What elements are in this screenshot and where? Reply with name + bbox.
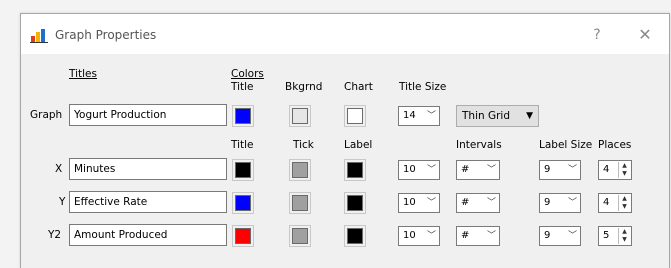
y2-label-color-swatch (347, 228, 363, 244)
x-intervals-value: # (461, 164, 470, 175)
title-color-header: Title (231, 81, 254, 93)
axis-title-color-header: Title (231, 139, 254, 151)
caret-down-icon: ▼ (526, 111, 533, 121)
y-title-color-button[interactable] (232, 192, 254, 214)
chevron-down-icon: ﹀ (426, 165, 436, 175)
x-title-color-button[interactable] (232, 159, 254, 181)
chevron-down-icon: ﹀ (486, 165, 496, 175)
app-chart-icon (30, 29, 48, 43)
intervals-header: Intervals (456, 139, 502, 151)
y-label-color-swatch (347, 195, 363, 211)
y2-intervals-value: # (461, 230, 470, 241)
tick-color-header: Tick (293, 139, 314, 151)
y2-title-size-select[interactable]: 10 ﹀ (398, 226, 440, 246)
title-bar: Graph Properties ? ✕ (21, 14, 669, 54)
spin-up-icon[interactable]: ▲ (619, 228, 630, 236)
x-title-size-select[interactable]: 10 ﹀ (398, 160, 440, 180)
x-axis-label: X (55, 163, 63, 175)
y-places-value: 4 (603, 197, 610, 208)
y-tick-color-swatch (292, 195, 308, 211)
graph-chart-color-button[interactable] (344, 105, 366, 127)
chevron-down-icon: ﹀ (486, 198, 496, 208)
y-title-color-swatch (235, 195, 251, 211)
y2-label-color-button[interactable] (344, 225, 366, 247)
y2-title-color-swatch (235, 228, 251, 244)
y-places-spinner[interactable]: 4 ▲ ▼ (598, 193, 632, 213)
y-tick-color-button[interactable] (289, 192, 311, 214)
y2-tick-color-swatch (292, 228, 308, 244)
y-intervals-select[interactable]: # ﹀ (456, 193, 500, 213)
chevron-down-icon: ﹀ (486, 231, 496, 241)
places-header: Places (598, 139, 632, 151)
graph-title-color-swatch (235, 108, 251, 124)
help-button[interactable]: ? (585, 24, 609, 46)
x-label-color-button[interactable] (344, 159, 366, 181)
chevron-down-icon: ﹀ (567, 198, 577, 208)
close-button[interactable]: ✕ (633, 24, 657, 46)
y-axis-title-input[interactable]: Effective Rate (69, 191, 227, 213)
x-intervals-select[interactable]: # ﹀ (456, 160, 500, 180)
y2-places-spinner[interactable]: 5 ▲ ▼ (598, 226, 632, 246)
y2-axis-title-input[interactable]: Amount Produced (69, 224, 227, 246)
y-label-size-value: 9 (544, 197, 551, 208)
spinner-arrows[interactable]: ▲ ▼ (618, 195, 630, 211)
bkgrnd-header: Bkgrnd (285, 81, 323, 93)
x-label-size-value: 9 (544, 164, 551, 175)
label-size-header: Label Size (539, 139, 593, 151)
chevron-down-icon: ﹀ (567, 165, 577, 175)
spin-down-icon[interactable]: ▼ (619, 170, 630, 178)
y-axis-label: Y (59, 196, 66, 208)
y2-intervals-select[interactable]: # ﹀ (456, 226, 500, 246)
x-places-spinner[interactable]: 4 ▲ ▼ (598, 160, 632, 180)
graph-bkgrnd-color-swatch (292, 108, 308, 124)
y2-tick-color-button[interactable] (289, 225, 311, 247)
y2-label-size-value: 9 (544, 230, 551, 241)
x-tick-color-button[interactable] (289, 159, 311, 181)
y-intervals-value: # (461, 197, 470, 208)
x-title-size-value: 10 (403, 164, 416, 175)
spin-down-icon[interactable]: ▼ (619, 236, 630, 244)
spin-up-icon[interactable]: ▲ (619, 162, 630, 170)
y2-places-value: 5 (603, 230, 610, 241)
graph-properties-dialog: Graph Properties ? ✕ Titles Colors Title… (20, 13, 670, 268)
chevron-down-icon: ﹀ (426, 231, 436, 241)
spinner-arrows[interactable]: ▲ ▼ (618, 162, 630, 178)
graph-title-color-button[interactable] (232, 105, 254, 127)
chart-header: Chart (344, 81, 373, 93)
y2-title-size-value: 10 (403, 230, 416, 241)
y2-axis-label: Y2 (48, 229, 62, 241)
y2-label-size-select[interactable]: 9 ﹀ (539, 226, 581, 246)
chevron-down-icon: ﹀ (426, 111, 436, 121)
y-title-size-value: 10 (403, 197, 416, 208)
spin-up-icon[interactable]: ▲ (619, 195, 630, 203)
titles-header: Titles (69, 68, 97, 80)
x-tick-color-swatch (292, 162, 308, 178)
x-axis-title-input[interactable]: Minutes (69, 158, 227, 180)
x-title-color-swatch (235, 162, 251, 178)
grid-style-value: Thin Grid (462, 110, 511, 122)
colors-header: Colors (231, 68, 264, 80)
graph-bkgrnd-color-button[interactable] (289, 105, 311, 127)
y-title-size-select[interactable]: 10 ﹀ (398, 193, 440, 213)
window-title: Graph Properties (55, 28, 157, 42)
graph-title-size-value: 14 (403, 110, 416, 121)
x-label-color-swatch (347, 162, 363, 178)
graph-title-size-select[interactable]: 14 ﹀ (398, 106, 440, 126)
graph-chart-color-swatch (347, 108, 363, 124)
y2-title-color-button[interactable] (232, 225, 254, 247)
graph-title-input[interactable]: Yogurt Production (69, 104, 227, 126)
grid-style-dropdown[interactable]: Thin Grid ▼ (456, 105, 539, 127)
graph-row-label: Graph (30, 109, 63, 121)
chevron-down-icon: ﹀ (426, 198, 436, 208)
y-label-size-select[interactable]: 9 ﹀ (539, 193, 581, 213)
x-places-value: 4 (603, 164, 610, 175)
title-size-header: Title Size (399, 81, 447, 93)
x-label-size-select[interactable]: 9 ﹀ (539, 160, 581, 180)
y-label-color-button[interactable] (344, 192, 366, 214)
spinner-arrows[interactable]: ▲ ▼ (618, 228, 630, 244)
chevron-down-icon: ﹀ (567, 231, 577, 241)
label-color-header: Label (344, 139, 373, 151)
spin-down-icon[interactable]: ▼ (619, 203, 630, 211)
